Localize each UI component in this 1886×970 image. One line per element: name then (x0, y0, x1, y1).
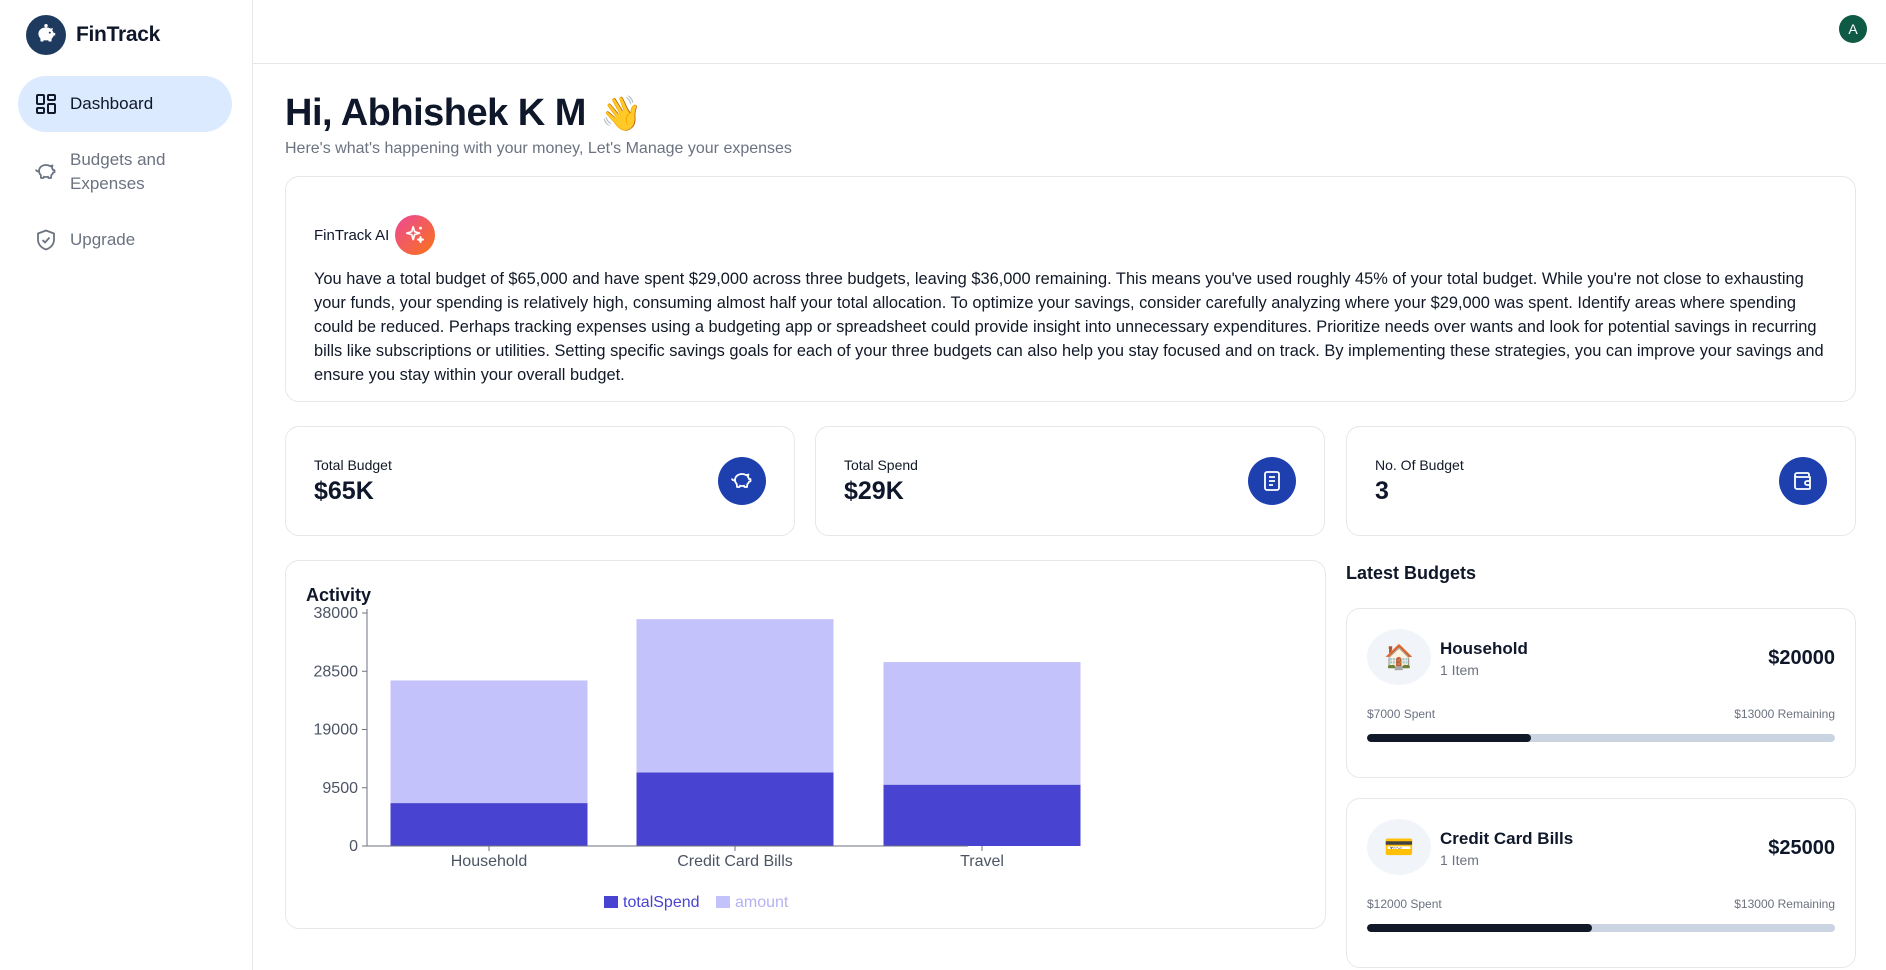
budget-progress-track (1367, 924, 1835, 932)
bar-totalSpend (883, 784, 1081, 846)
shield-check-icon (37, 229, 55, 251)
bar-amount (390, 680, 588, 804)
budget-amount: $20000 (1768, 647, 1835, 669)
house-emoji-icon: 🏠 (1367, 629, 1431, 685)
sidebar: FinTrack Dashboard Budgets and Expenses … (0, 0, 253, 970)
sidebar-item-label: Dashboard (70, 94, 154, 113)
bar-totalSpend (390, 803, 588, 846)
legend-label-amount: amount (735, 894, 789, 911)
stat-card-number-of-budgets: No. Of Budget 3 (1346, 426, 1856, 536)
stat-card-total-spend: Total Spend $29K (815, 426, 1325, 536)
bar-amount (636, 619, 834, 773)
stat-value: $65K (314, 477, 374, 505)
activity-chart-card: Activity 0 9500 19000 28500 38000 Household Cr… (285, 560, 1326, 929)
receipt-icon (1248, 457, 1296, 505)
budget-spent: $12000 Spent (1367, 897, 1442, 911)
sidebar-item-dashboard[interactable]: Dashboard (18, 76, 232, 132)
budget-progress-track (1367, 734, 1835, 742)
brand[interactable]: FinTrack (26, 15, 160, 55)
y-tick-label: 9500 (322, 780, 358, 797)
budget-item-count: 1 Item (1440, 662, 1479, 678)
ai-header: FinTrack AI (314, 215, 1827, 255)
top-bar: A (253, 0, 1886, 64)
budget-remaining: $13000 Remaining (1734, 897, 1835, 911)
stat-value: 3 (1375, 477, 1389, 505)
sidebar-item-label: Budgets and Expenses (70, 150, 166, 193)
stat-label: Total Spend (844, 457, 918, 473)
x-tick-label: Credit Card Bills (677, 853, 793, 870)
sidebar-item-upgrade[interactable]: Upgrade (18, 212, 232, 268)
y-tick-label: 38000 (314, 605, 359, 622)
latest-budgets-title: Latest Budgets (1346, 563, 1477, 583)
stat-label: Total Budget (314, 457, 392, 473)
budget-card-credit-card-bills[interactable]: 💳 Credit Card Bills 1 Item $25000 $12000… (1346, 798, 1856, 968)
x-tick-label: Household (451, 853, 528, 870)
budget-remaining: $13000 Remaining (1734, 707, 1835, 721)
piggy-bank-icon (718, 457, 766, 505)
credit-card-emoji-icon: 💳 (1367, 819, 1431, 875)
budget-card-household[interactable]: 🏠 Household 1 Item $20000 $7000 Spent $1… (1346, 608, 1856, 778)
ai-insight-card: FinTrack AI You have a total budget of $… (285, 176, 1856, 402)
piggy-bank-logo-icon (26, 15, 66, 55)
page-title: Hi, Abhishek K M 👋 (285, 92, 642, 135)
stat-card-total-budget: Total Budget $65K (285, 426, 795, 536)
budget-name: Credit Card Bills (1440, 829, 1574, 848)
user-avatar[interactable]: A (1839, 15, 1867, 43)
budget-name: Household (1440, 639, 1528, 658)
legend-swatch-totalSpend (604, 896, 618, 908)
y-tick-label: 0 (349, 838, 358, 855)
budget-progress-fill (1367, 924, 1592, 932)
y-tick-label: 28500 (314, 663, 359, 680)
budget-spent: $7000 Spent (1367, 707, 1436, 721)
wallet-icon (1779, 457, 1827, 505)
budget-progress-fill (1367, 734, 1531, 742)
x-tick-label: Travel (960, 853, 1004, 870)
sidebar-item-label: Upgrade (70, 230, 136, 249)
ai-insight-text: You have a total budget of $65,000 and h… (314, 270, 1824, 384)
greeting-text: Hi, Abhishek K M (285, 92, 586, 134)
y-tick-label: 19000 (314, 722, 359, 739)
piggy-bank-icon (35, 164, 56, 179)
stat-value: $29K (844, 477, 904, 505)
budget-item-count: 1 Item (1440, 852, 1479, 868)
sidebar-nav: Dashboard Budgets and Expenses Upgrade (18, 76, 232, 268)
app-name: FinTrack (76, 23, 160, 46)
dashboard-grid-icon (36, 94, 56, 114)
bar-amount (883, 662, 1081, 785)
waving-hand-emoji: 👋 (599, 94, 642, 133)
sidebar-item-budgets-and-expenses[interactable]: Budgets and Expenses (18, 132, 232, 212)
budget-amount: $25000 (1768, 837, 1835, 859)
bar-totalSpend (636, 772, 834, 846)
legend-swatch-amount (716, 896, 730, 908)
page-subtitle: Here's what's happening with your money,… (285, 140, 792, 157)
sparkles-icon (395, 215, 436, 255)
stat-label: No. Of Budget (1375, 457, 1464, 473)
legend-label-totalSpend: totalSpend (623, 894, 700, 911)
activity-bar-chart: 0 9500 19000 28500 38000 Household Credit Card… (314, 605, 1081, 911)
ai-title: FinTrack AI (314, 226, 390, 244)
